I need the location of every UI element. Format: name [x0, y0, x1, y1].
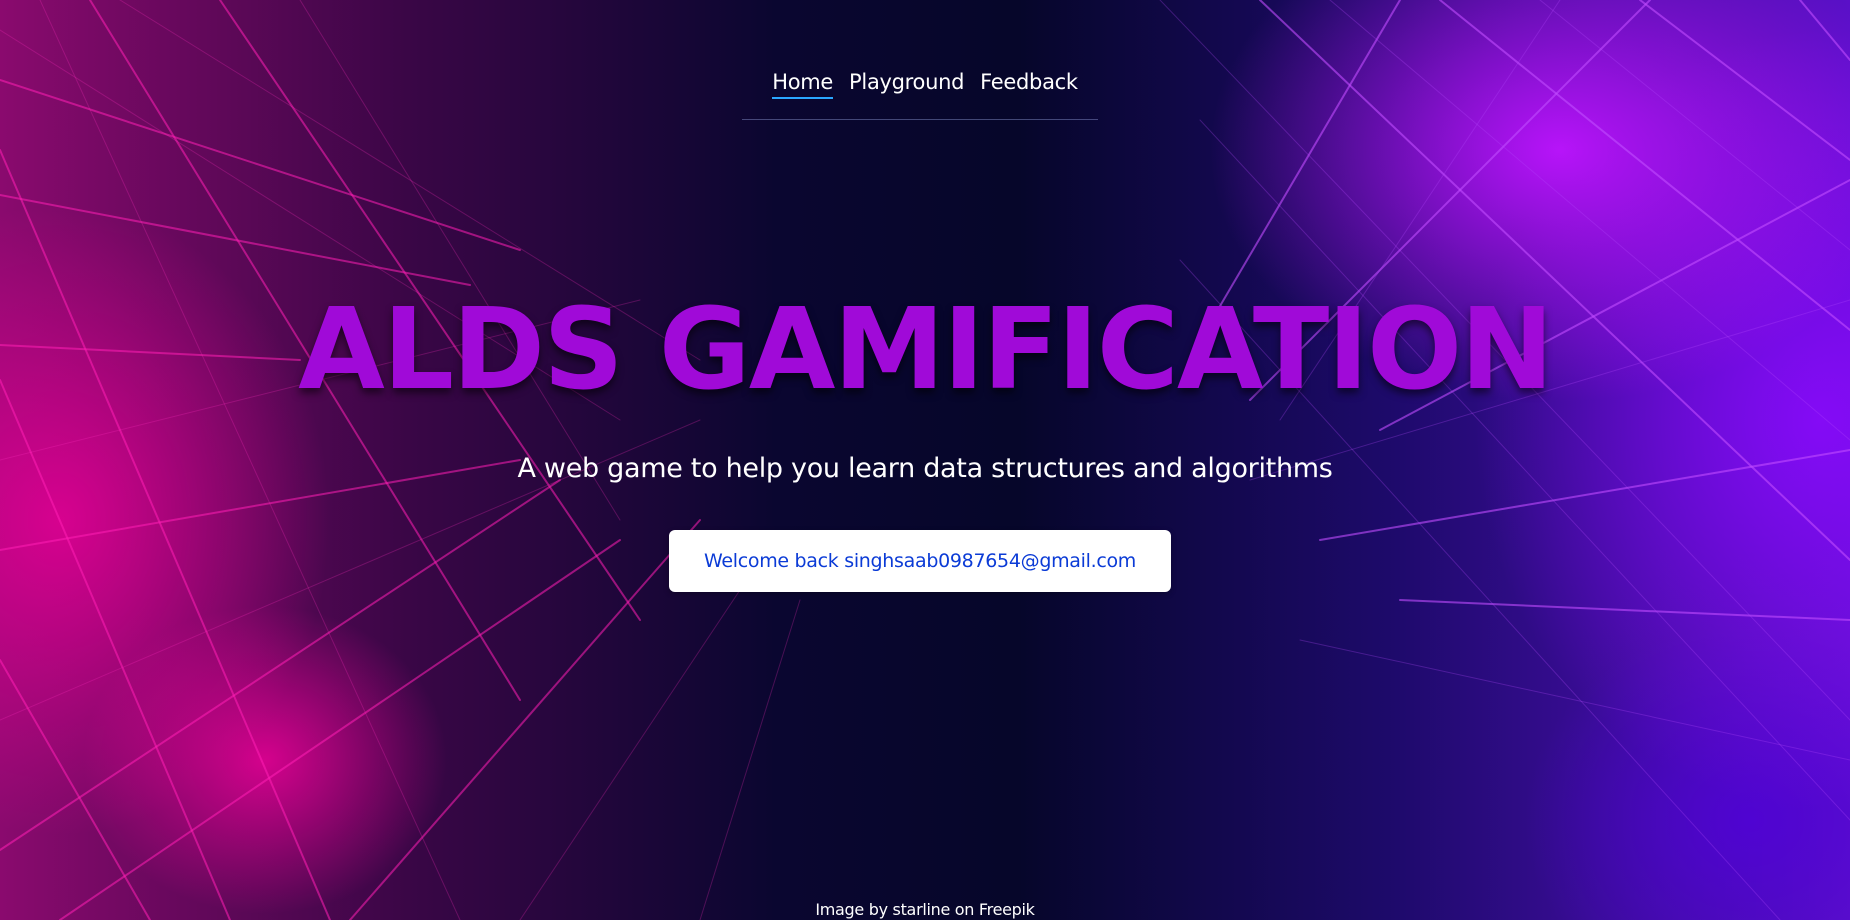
image-credit: Image by starline on Freepik	[815, 900, 1035, 919]
page: Home Playground Feedback ALDS GAMIFICATI…	[0, 0, 1850, 920]
welcome-back-button[interactable]: Welcome back singhsaab0987654@gmail.com	[669, 530, 1171, 592]
hero-subtitle: A web game to help you learn data struct…	[517, 453, 1333, 484]
nav-divider	[742, 119, 1098, 120]
nav-feedback-link[interactable]: Feedback	[980, 70, 1078, 99]
hero-title: ALDS GAMIFICATION	[298, 285, 1554, 415]
nav-playground-link[interactable]: Playground	[849, 70, 964, 99]
top-nav: Home Playground Feedback	[0, 70, 1850, 99]
nav-home-link[interactable]: Home	[772, 70, 833, 99]
